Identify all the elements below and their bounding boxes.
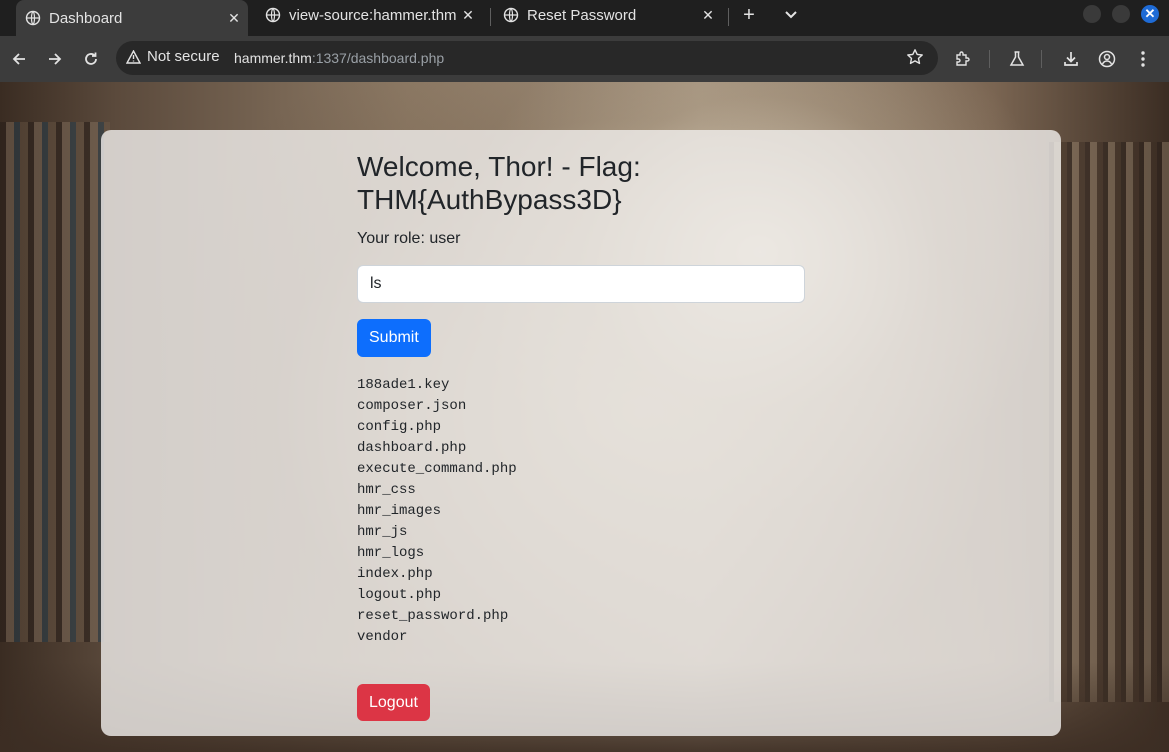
menu-kebab-icon[interactable] [1131,47,1155,71]
command-output: 188ade1.key composer.json config.php das… [357,375,805,648]
address-bar[interactable]: Not secure hammer.thm:1337/dashboard.php [116,41,938,75]
globe-icon [265,7,281,23]
output-line: composer.json [357,398,467,414]
url-host: hammer.thm [234,50,312,66]
output-line: hmr_logs [357,545,425,561]
close-tab-icon[interactable]: ✕ [700,7,716,23]
reload-icon[interactable] [79,47,103,71]
url-path: :1337/dashboard.php [311,50,445,66]
globe-icon [503,7,519,23]
close-tab-icon[interactable]: ✕ [226,10,242,26]
warning-triangle-icon [126,49,141,64]
labs-flask-icon[interactable] [1005,47,1029,71]
globe-icon [25,10,41,26]
output-line: hmr_js [357,524,408,540]
site-info-chip[interactable]: Not secure [126,48,220,65]
close-window-button[interactable]: ✕ [1141,5,1159,23]
output-line: execute_command.php [357,461,517,477]
dashboard-panel: Welcome, Thor! - Flag: THM{AuthBypass3D}… [101,130,1061,736]
page-viewport: Welcome, Thor! - Flag: THM{AuthBypass3D}… [0,82,1169,752]
security-label: Not secure [147,48,220,65]
output-line: 188ade1.key [357,377,450,393]
output-line: logout.php [357,587,442,603]
tab-reset-password[interactable]: Reset Password ✕ [494,0,722,30]
url-text[interactable]: hammer.thm:1337/dashboard.php [234,50,444,66]
tab-dashboard[interactable]: Dashboard ✕ [16,0,248,36]
profile-avatar-icon[interactable] [1095,47,1119,71]
dashboard-content: Welcome, Thor! - Flag: THM{AuthBypass3D}… [357,150,805,721]
close-tab-icon[interactable]: ✕ [460,7,476,23]
tab-view-source[interactable]: view-source:hammer.thm ✕ [256,0,482,30]
output-line: index.php [357,566,433,582]
tab-search-chevron-icon[interactable] [779,3,803,27]
submit-button[interactable]: Submit [357,319,431,357]
output-line: reset_password.php [357,608,509,624]
output-line: hmr_css [357,482,416,498]
toolbar-divider [989,50,990,68]
output-line: vendor [357,629,408,645]
tab-separator [728,8,729,26]
workshop-background-left [0,122,110,642]
role-text: Your role: user [357,230,461,247]
bookmark-star-icon[interactable] [906,48,924,71]
maximize-window-button[interactable] [1112,5,1130,23]
new-tab-plus-icon[interactable]: + [737,3,761,27]
tab-title: Dashboard [49,9,123,27]
back-arrow-icon[interactable] [7,47,31,71]
forward-arrow-icon[interactable] [43,47,67,71]
tab-strip: Dashboard ✕ view-source:hammer.thm ✕ Res… [0,0,1169,36]
tab-separator [490,8,491,26]
browser-toolbar: Not secure hammer.thm:1337/dashboard.php [0,36,1169,82]
download-icon[interactable] [1059,47,1083,71]
minimize-window-button[interactable] [1083,5,1101,23]
workshop-background-right [1049,142,1169,702]
output-line: dashboard.php [357,440,467,456]
tab-title: view-source:hammer.thm [289,6,457,24]
toolbar-divider [1041,50,1042,68]
logout-button[interactable]: Logout [357,684,430,721]
output-line: hmr_images [357,503,442,519]
command-input[interactable] [357,265,805,303]
output-line: config.php [357,419,442,435]
extensions-puzzle-icon[interactable] [951,47,975,71]
welcome-heading: Welcome, Thor! - Flag: THM{AuthBypass3D} [357,151,641,215]
tab-title: Reset Password [527,6,637,24]
